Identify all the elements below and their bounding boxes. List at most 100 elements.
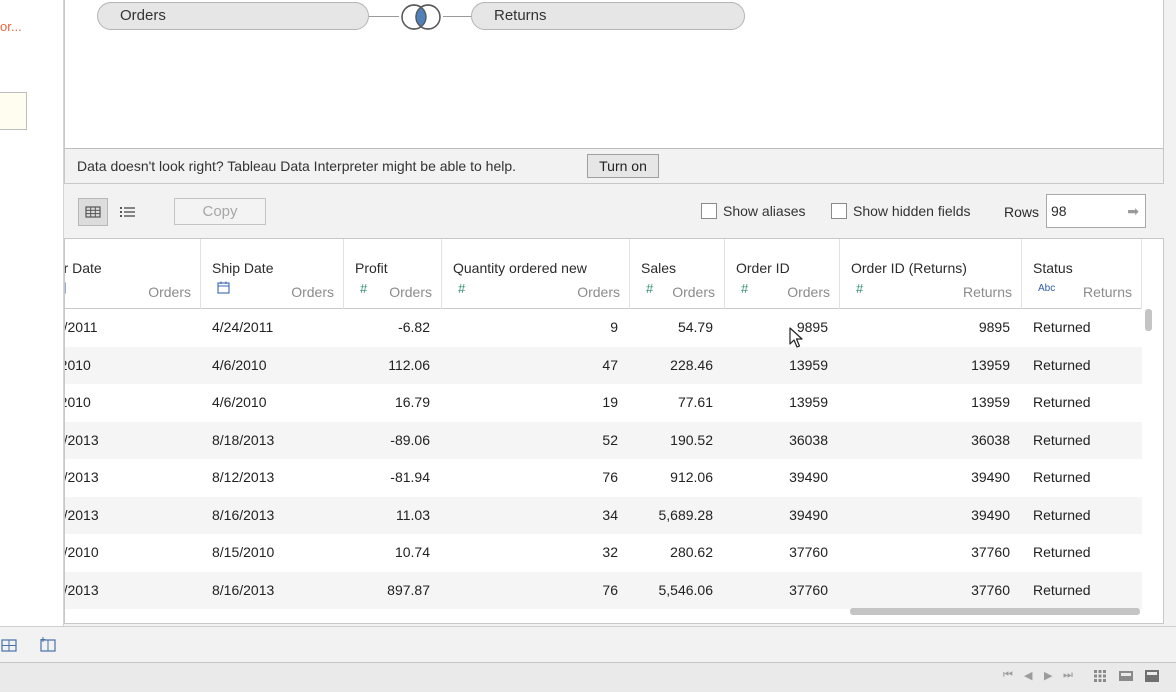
table-cell: 112.06 [388, 356, 430, 373]
date-icon[interactable] [217, 281, 230, 297]
table-cell: 54.79 [677, 319, 713, 335]
table-pill-orders[interactable]: Orders [97, 2, 369, 30]
data-interpreter-message: Data doesn't look right? Tableau Data In… [77, 158, 517, 174]
table-row[interactable]: 14/2013 8/16/2013 897.87 76 5,546.06 37760 377… [65, 571, 1142, 609]
table-cell: 10.74 [394, 544, 430, 560]
column-source-table: Orders [577, 284, 620, 300]
column-header[interactable]: Status Abc Returns [1022, 239, 1142, 309]
horizontal-scrollbar[interactable] [850, 608, 1140, 615]
number-icon[interactable]: # [741, 281, 748, 296]
vertical-scrollbar[interactable] [1145, 309, 1152, 331]
show-hidden-fields-toggle[interactable]: Show hidden fields [831, 203, 971, 219]
left-panel: or... [0, 0, 64, 630]
number-icon[interactable]: # [856, 281, 863, 296]
table-cell: 897.87 [387, 581, 430, 598]
tabs-view-icon[interactable] [1144, 668, 1160, 684]
table-cell: 36038 [971, 431, 1010, 448]
show-hidden-fields-checkbox[interactable] [831, 203, 847, 219]
table-cell: 8/15/2010 [212, 544, 275, 560]
table-cell: 12/2013 [65, 506, 99, 523]
arrow-right-icon[interactable]: ➡ [1127, 203, 1139, 220]
grid-header-row: der DateOrdersShip DateOrdersProfit#Orde… [64, 239, 1142, 309]
last-page-icon[interactable]: ⏭ [1063, 669, 1073, 682]
next-page-icon[interactable]: ▶ [1044, 669, 1052, 682]
new-dashboard-icon[interactable] [38, 635, 58, 653]
filmstrip-icon[interactable] [1118, 668, 1134, 684]
column-source-table: Returns [962, 284, 1012, 300]
column-header[interactable]: Order ID # Orders [725, 239, 840, 309]
inner-join-venn-icon[interactable] [396, 2, 446, 32]
column-name: Profit [355, 260, 388, 276]
table-cell: Returned [1033, 506, 1091, 523]
table-cell: -81.94 [390, 469, 430, 485]
table-pill-returns[interactable]: Returns [471, 2, 745, 30]
column-source-table: Orders [389, 284, 432, 300]
sheet-tab-bar [0, 626, 1176, 662]
mouse-cursor-icon [789, 327, 803, 348]
previous-page-icon[interactable]: ◀ [1024, 669, 1032, 682]
table-row[interactable]: 12/2013 8/12/2013 -81.94 76 912.06 39490 39490… [65, 459, 1142, 497]
column-header[interactable]: Sales # Orders [630, 239, 725, 309]
column-header[interactable]: der Date Orders [64, 239, 201, 309]
number-icon[interactable]: # [360, 281, 367, 296]
new-worksheet-icon[interactable] [0, 635, 20, 653]
first-page-icon[interactable]: ⏮ [1003, 669, 1013, 682]
column-header[interactable]: Order ID (Returns) # Returns [840, 239, 1022, 309]
show-aliases-checkbox[interactable] [701, 203, 717, 219]
table-cell: 13959 [971, 394, 1010, 410]
table-cell: 9895 [978, 319, 1010, 335]
table-cell: 228.46 [670, 356, 713, 373]
new-union-drop-zone[interactable] [0, 92, 27, 130]
table-cell: 14/2010 [65, 544, 99, 560]
number-icon[interactable]: # [458, 281, 465, 296]
table-row[interactable]: 4/2010 4/6/2010 16.79 19 77.61 13959 13959 Retu… [65, 384, 1142, 422]
column-source-table: Orders [672, 284, 715, 300]
table-cell: 4/2010 [65, 356, 91, 373]
join-canvas: Orders Returns [64, 0, 1164, 148]
table-row[interactable]: 16/2013 8/18/2013 -89.06 52 190.52 36038 36038… [65, 421, 1142, 459]
table-cell: 39490 [789, 506, 828, 523]
list-view-button[interactable] [112, 198, 142, 226]
column-name: der Date [64, 260, 102, 276]
data-interpreter-bar: Data doesn't look right? Tableau Data In… [64, 148, 1164, 184]
copy-button[interactable]: Copy [174, 198, 266, 225]
number-icon[interactable]: # [646, 281, 653, 296]
column-header[interactable]: Ship Date Orders [201, 239, 344, 309]
table-cell: 280.62 [670, 544, 713, 560]
table-cell: 77.61 [677, 394, 713, 410]
table-cell: 8/12/2013 [212, 469, 275, 485]
table-row[interactable]: 4/2010 4/6/2010 112.06 47 228.46 13959 13959 Re… [65, 346, 1142, 384]
table-row[interactable]: 20/2011 4/24/2011 -6.82 9 54.79 9895 9895 Retur… [65, 309, 1142, 347]
connection-link[interactable]: or... [0, 19, 22, 34]
table-cell: 37760 [789, 581, 828, 598]
turn-on-button[interactable]: Turn on [587, 154, 659, 178]
table-cell: 36038 [789, 431, 828, 448]
table-cell: Returned [1033, 581, 1091, 598]
rows-input[interactable]: 98 ➡ [1046, 194, 1146, 228]
rows-label: Rows [1004, 204, 1040, 220]
column-name: Order ID (Returns) [851, 260, 967, 276]
table-cell: 9895 [796, 319, 828, 335]
table-cell: 13959 [789, 356, 828, 373]
table-cell: 20/2011 [65, 319, 98, 335]
table-cell: 8/18/2013 [212, 431, 275, 448]
column-header[interactable]: Profit # Orders [344, 239, 442, 309]
sheet-sorter-icon[interactable] [1092, 668, 1108, 684]
table-cell: 912.06 [670, 469, 713, 485]
table-cell: 4/24/2011 [212, 319, 274, 335]
table-cell: Returned [1033, 469, 1091, 485]
show-aliases-toggle[interactable]: Show aliases [701, 203, 806, 219]
column-header[interactable]: Quantity ordered new # Orders [442, 239, 630, 309]
table-row[interactable]: 12/2013 8/16/2013 11.03 34 5,689.28 39490 3949… [65, 496, 1142, 534]
table-cell: 39490 [789, 469, 828, 485]
table-row[interactable]: 14/2010 8/15/2010 10.74 32 280.62 37760 37760 R… [65, 534, 1142, 572]
date-icon[interactable] [65, 281, 66, 297]
table-cell: Returned [1033, 394, 1091, 410]
table-cell: 76 [602, 581, 618, 598]
table-cell: 34 [602, 506, 618, 523]
show-hidden-fields-label: Show hidden fields [853, 203, 971, 219]
string-icon[interactable]: Abc [1038, 283, 1055, 294]
table-cell: 16/2013 [65, 431, 99, 448]
table-cell: 37760 [789, 544, 828, 560]
grid-view-button[interactable] [78, 198, 108, 226]
